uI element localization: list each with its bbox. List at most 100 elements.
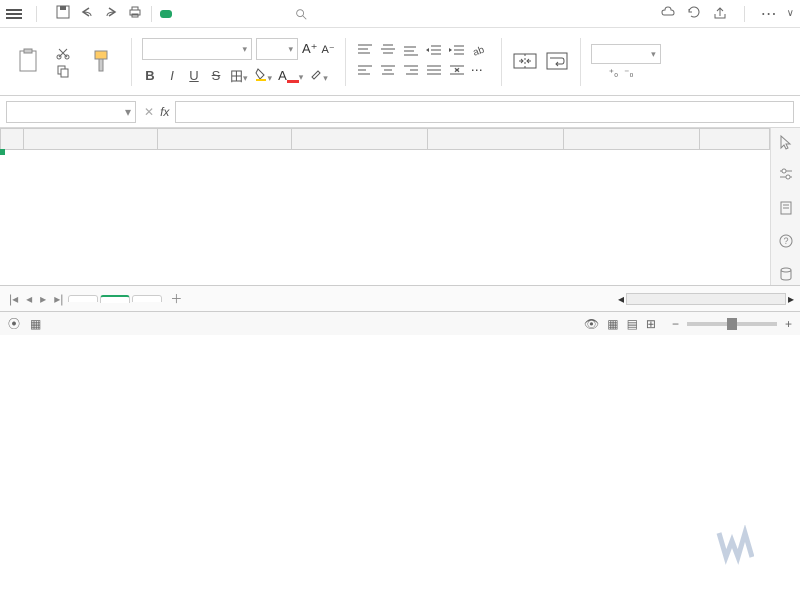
zoom-in-button[interactable]: + <box>785 317 792 331</box>
sheet-nav-prev[interactable]: ◂ <box>23 292 35 306</box>
format-painter-button[interactable] <box>81 45 121 79</box>
font-name-select[interactable]: ▾ <box>142 38 252 60</box>
title-bar: ⋯ ∨ <box>0 0 800 28</box>
align-center-icon[interactable] <box>379 63 399 80</box>
select-all-corner[interactable] <box>0 128 24 150</box>
strikethrough-button[interactable]: S <box>208 68 224 83</box>
more-icon[interactable]: ⋯ <box>761 4 777 24</box>
tab-formulas[interactable] <box>196 10 208 18</box>
collapse-ribbon-icon[interactable]: ∨ <box>787 8 794 19</box>
col-header-B[interactable] <box>158 128 292 150</box>
zoom-out-button[interactable]: − <box>672 317 679 331</box>
sheet-nav-last[interactable]: ▸| <box>51 292 66 306</box>
search-box[interactable] <box>294 7 312 21</box>
copy-button[interactable] <box>54 63 75 79</box>
sheet-tab-1[interactable] <box>68 295 98 302</box>
sheet-nav-next[interactable]: ▸ <box>37 292 49 306</box>
save-icon[interactable] <box>55 4 71 23</box>
col-header-E[interactable] <box>564 128 700 150</box>
name-box[interactable]: ▾ <box>6 101 136 123</box>
redo-icon[interactable] <box>103 4 119 23</box>
align-top-icon[interactable] <box>356 43 376 60</box>
borders-button[interactable]: 田▾ <box>230 66 248 85</box>
horizontal-scrollbar[interactable]: ◂ ▸ <box>618 292 794 306</box>
reading-view-icon[interactable]: 👁 <box>584 317 599 331</box>
increase-font-icon[interactable]: A⁺ <box>302 41 318 57</box>
add-sheet-button[interactable]: ＋ <box>170 290 182 307</box>
col-header-extra[interactable] <box>700 128 770 150</box>
zoom-slider[interactable] <box>687 322 777 326</box>
col-header-D[interactable] <box>428 128 564 150</box>
merge-center-button[interactable] <box>512 50 538 74</box>
zoom-knob[interactable] <box>727 318 737 330</box>
tab-data[interactable] <box>208 10 220 18</box>
menu-icon[interactable] <box>6 9 22 19</box>
tab-view[interactable] <box>232 10 244 18</box>
settings-slider-icon[interactable] <box>778 167 794 186</box>
scroll-right-icon[interactable]: ▸ <box>788 292 794 306</box>
ribbon-tabs <box>160 10 280 18</box>
paste-button[interactable] <box>8 45 48 79</box>
orientation-icon[interactable]: ab <box>471 43 491 60</box>
properties-icon[interactable] <box>778 200 794 219</box>
record-macro-icon[interactable]: ⦿ <box>8 315 20 332</box>
align-middle-icon[interactable] <box>379 43 399 60</box>
view-pagebreak-icon[interactable]: ⊞ <box>646 317 656 331</box>
view-normal-icon[interactable]: ▦ <box>607 317 618 331</box>
increase-indent-icon[interactable] <box>448 43 468 60</box>
wrap-text-button[interactable] <box>544 50 570 74</box>
tab-review[interactable] <box>220 10 232 18</box>
scroll-left-icon[interactable]: ◂ <box>618 292 624 306</box>
font-color-button[interactable]: A▾ <box>278 68 303 83</box>
sheet-nav-first[interactable]: |◂ <box>6 292 21 306</box>
tab-developer[interactable] <box>244 10 256 18</box>
print-icon[interactable] <box>127 4 143 23</box>
highlight-button[interactable]: ▾ <box>309 67 328 84</box>
tab-member[interactable] <box>256 10 268 18</box>
tab-home[interactable] <box>160 10 172 18</box>
chevron-down-icon[interactable]: ▾ <box>125 105 131 119</box>
tab-insert[interactable] <box>172 10 184 18</box>
cancel-formula-icon[interactable]: ✕ <box>144 105 154 119</box>
justify-icon[interactable] <box>425 63 445 80</box>
tab-page-layout[interactable] <box>184 10 196 18</box>
fx-icon[interactable]: fx <box>160 105 169 119</box>
text-direction-icon[interactable]: ⋯ <box>471 63 491 80</box>
cut-button[interactable] <box>54 45 75 61</box>
italic-button[interactable]: I <box>164 68 180 83</box>
font-size-select[interactable]: ▾ <box>256 38 298 60</box>
col-header-A[interactable] <box>24 128 158 150</box>
help-icon[interactable]: ? <box>778 233 794 252</box>
separator <box>501 38 502 86</box>
increase-decimal-button[interactable]: ⁺₀ <box>609 68 618 79</box>
formula-input[interactable] <box>175 101 794 123</box>
bold-button[interactable]: B <box>142 68 158 83</box>
decrease-decimal-button[interactable]: ⁻₀ <box>624 68 633 79</box>
chevron-down-icon: ▾ <box>288 44 293 55</box>
col-header-C[interactable] <box>292 128 428 150</box>
distribute-icon[interactable] <box>448 63 468 80</box>
decrease-indent-icon[interactable] <box>425 43 445 60</box>
underline-button[interactable]: U <box>186 68 202 83</box>
view-page-icon[interactable]: ▤ <box>627 317 638 331</box>
undo-icon[interactable] <box>79 4 95 23</box>
cursor-icon[interactable] <box>778 134 794 153</box>
refresh-icon[interactable] <box>686 4 702 23</box>
backup-icon[interactable] <box>778 266 794 285</box>
fill-color-button[interactable]: ▾ <box>254 67 273 84</box>
tab-smart-tools[interactable] <box>268 10 280 18</box>
align-right-icon[interactable] <box>402 63 422 80</box>
status-cell-mode-icon[interactable]: ▦ <box>30 317 41 331</box>
number-format-select[interactable]: ▾ <box>591 44 661 64</box>
scroll-track[interactable] <box>626 293 786 305</box>
sheet-tab-3[interactable] <box>132 295 162 302</box>
sheet-area: ? <box>0 128 800 285</box>
search-icon <box>294 7 308 21</box>
sheet-tab-2[interactable] <box>100 295 130 303</box>
share-icon[interactable] <box>712 4 728 23</box>
align-bottom-icon[interactable] <box>402 43 422 60</box>
quick-access-toolbar <box>55 4 143 23</box>
align-left-icon[interactable] <box>356 63 376 80</box>
cloud-icon[interactable] <box>660 4 676 23</box>
decrease-font-icon[interactable]: A⁻ <box>322 43 335 56</box>
